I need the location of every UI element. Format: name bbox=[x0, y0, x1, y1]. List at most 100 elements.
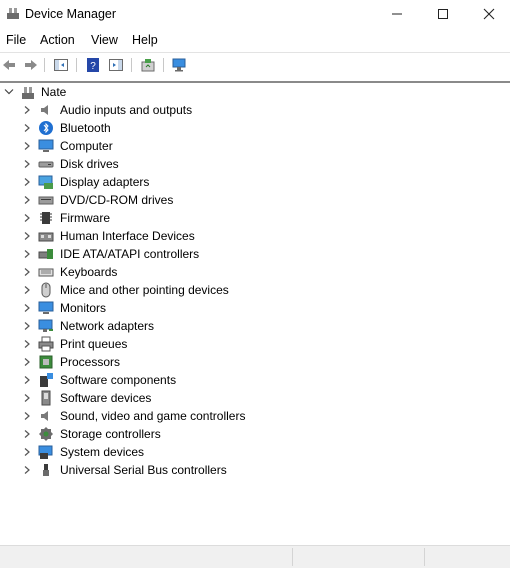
tree-node[interactable]: Audio inputs and outputs bbox=[0, 101, 510, 119]
tree-node[interactable]: Firmware bbox=[0, 209, 510, 227]
update-driver-button[interactable] bbox=[139, 56, 157, 74]
menu-bar: File Action View Help bbox=[0, 30, 510, 50]
maximize-button[interactable] bbox=[420, 0, 466, 28]
chevron-right-icon[interactable] bbox=[22, 465, 32, 475]
toolbar-separator bbox=[76, 58, 77, 72]
tree-node-label: Storage controllers bbox=[60, 427, 161, 441]
monitor-icon bbox=[38, 301, 54, 314]
tree-node-label: Mice and other pointing devices bbox=[60, 283, 229, 297]
chevron-right-icon[interactable] bbox=[22, 195, 32, 205]
chevron-right-icon[interactable] bbox=[22, 321, 32, 331]
scan-hardware-button[interactable] bbox=[170, 56, 188, 74]
tree-node-label: DVD/CD-ROM drives bbox=[60, 193, 174, 207]
tree-node-label: Processors bbox=[60, 355, 121, 369]
hid-icon bbox=[38, 232, 54, 242]
tree-node[interactable]: Print queues bbox=[0, 335, 510, 353]
tree-node[interactable]: Software devices bbox=[0, 389, 510, 407]
back-arrow-icon bbox=[3, 60, 15, 70]
scan-hardware-icon bbox=[172, 58, 186, 72]
chevron-right-icon[interactable] bbox=[22, 105, 32, 115]
chevron-right-icon[interactable] bbox=[22, 375, 32, 385]
chevron-right-icon[interactable] bbox=[22, 357, 32, 367]
chevron-right-icon[interactable] bbox=[22, 159, 32, 169]
tree-node[interactable]: IDE ATA/ATAPI controllers bbox=[0, 245, 510, 263]
maximize-icon bbox=[438, 9, 448, 19]
tree-node[interactable]: System devices bbox=[0, 443, 510, 461]
properties-pane-button[interactable] bbox=[107, 56, 125, 74]
properties-pane-icon bbox=[109, 59, 123, 71]
tree-node-label: Network adapters bbox=[60, 319, 155, 333]
chevron-right-icon[interactable] bbox=[22, 267, 32, 277]
menu-view[interactable]: View bbox=[91, 33, 118, 47]
minimize-icon bbox=[392, 13, 402, 15]
help-button[interactable]: ? bbox=[84, 56, 102, 74]
tree-node[interactable]: DVD/CD-ROM drives bbox=[0, 191, 510, 209]
ide-controller-icon bbox=[38, 249, 53, 259]
tree-node[interactable]: Disk drives bbox=[0, 155, 510, 173]
chevron-right-icon[interactable] bbox=[22, 213, 32, 223]
close-icon bbox=[483, 8, 495, 20]
menu-help[interactable]: Help bbox=[132, 33, 158, 47]
device-tree[interactable]: Nate Audio inputs and outputs Bluetooth Co… bbox=[0, 83, 510, 545]
firmware-chip-icon bbox=[40, 212, 52, 224]
software-device-icon bbox=[41, 390, 51, 406]
show-hide-console-tree-icon bbox=[54, 59, 68, 71]
chevron-right-icon[interactable] bbox=[22, 141, 32, 151]
tree-node-label: Software components bbox=[60, 373, 177, 387]
chevron-right-icon[interactable] bbox=[22, 339, 32, 349]
tree-node[interactable]: Network adapters bbox=[0, 317, 510, 335]
menu-file[interactable]: File bbox=[6, 33, 26, 47]
tree-node-label: Disk drives bbox=[60, 157, 119, 171]
processor-icon bbox=[39, 355, 53, 369]
chevron-right-icon[interactable] bbox=[22, 303, 32, 313]
chevron-right-icon[interactable] bbox=[22, 447, 32, 457]
tree-node[interactable]: Monitors bbox=[0, 299, 510, 317]
chevron-right-icon[interactable] bbox=[22, 249, 32, 259]
forward-arrow-icon bbox=[25, 60, 37, 70]
tree-root-node[interactable]: Nate bbox=[0, 83, 510, 101]
chevron-right-icon[interactable] bbox=[22, 177, 32, 187]
tree-node[interactable]: Software components bbox=[0, 371, 510, 389]
chevron-right-icon[interactable] bbox=[22, 393, 32, 403]
title-bar: Device Manager bbox=[0, 0, 510, 28]
system-devices-icon bbox=[38, 445, 53, 459]
usb-icon bbox=[43, 464, 49, 476]
tree-node[interactable]: Bluetooth bbox=[0, 119, 510, 137]
tree-node[interactable]: Mice and other pointing devices bbox=[0, 281, 510, 299]
chevron-right-icon[interactable] bbox=[22, 123, 32, 133]
tree-node[interactable]: Display adapters bbox=[0, 173, 510, 191]
menu-action[interactable]: Action bbox=[40, 33, 75, 47]
minimize-button[interactable] bbox=[374, 0, 420, 28]
tree-node[interactable]: Keyboards bbox=[0, 263, 510, 281]
tree-node-label: Human Interface Devices bbox=[60, 229, 195, 243]
tree-root-label: Nate bbox=[41, 85, 67, 99]
device-manager-app-icon bbox=[7, 8, 19, 19]
tree-node-label: Universal Serial Bus controllers bbox=[60, 463, 227, 477]
computer-icon bbox=[38, 139, 54, 152]
chevron-right-icon[interactable] bbox=[22, 429, 32, 439]
show-hide-console-tree-button[interactable] bbox=[52, 56, 70, 74]
tree-node[interactable]: Sound, video and game controllers bbox=[0, 407, 510, 425]
tree-node[interactable]: Human Interface Devices bbox=[0, 227, 510, 245]
toolbar: ? bbox=[0, 52, 510, 77]
back-button[interactable] bbox=[0, 56, 18, 74]
tree-node[interactable]: Universal Serial Bus controllers bbox=[0, 461, 510, 479]
mouse-icon bbox=[41, 282, 51, 298]
tree-node-label: Audio inputs and outputs bbox=[60, 103, 193, 117]
close-button[interactable] bbox=[466, 0, 510, 28]
tree-node[interactable]: Processors bbox=[0, 353, 510, 371]
dvd-drive-icon bbox=[38, 196, 54, 205]
network-adapter-icon bbox=[38, 319, 53, 332]
display-adapter-icon bbox=[38, 175, 53, 189]
tree-node[interactable]: Computer bbox=[0, 137, 510, 155]
speaker-icon bbox=[41, 105, 48, 115]
forward-button[interactable] bbox=[22, 56, 40, 74]
chevron-right-icon[interactable] bbox=[22, 411, 32, 421]
status-separator bbox=[424, 548, 425, 566]
tree-node-label: Sound, video and game controllers bbox=[60, 409, 246, 423]
chevron-right-icon[interactable] bbox=[22, 231, 32, 241]
chevron-right-icon[interactable] bbox=[22, 285, 32, 295]
chevron-down-icon[interactable] bbox=[4, 88, 14, 96]
tree-node[interactable]: Storage controllers bbox=[0, 425, 510, 443]
disk-drive-icon bbox=[38, 161, 54, 168]
